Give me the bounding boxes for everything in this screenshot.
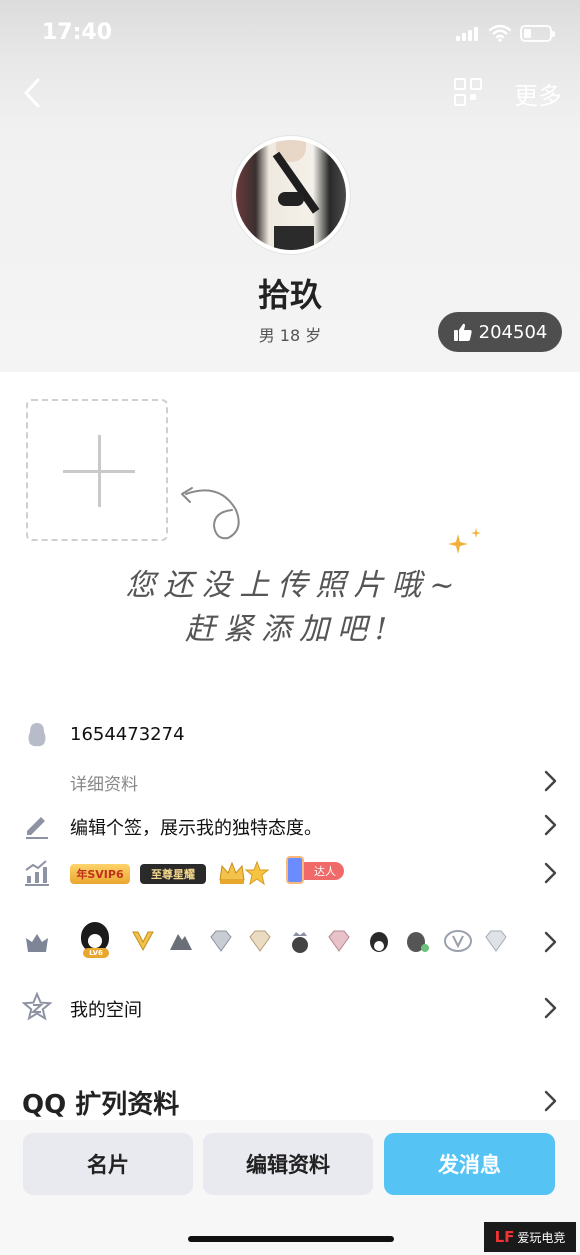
chevron-right-icon (544, 814, 557, 836)
chevron-right-icon (544, 931, 557, 953)
photo-hint-line2: 赶紧添加吧! (184, 612, 396, 647)
star-badge[interactable]: 至尊星耀 (140, 864, 206, 884)
mountain-icon[interactable] (168, 928, 194, 954)
space-row[interactable]: 我的空间 (0, 992, 580, 1024)
diamond-icon[interactable] (208, 928, 234, 954)
watermark-brand: 爱玩电竞 (517, 1230, 566, 1245)
space-label: 我的空间 (70, 1000, 142, 1021)
home-indicator[interactable] (188, 1236, 394, 1242)
signature-row[interactable]: 编辑个签，展示我的独特态度。 (0, 810, 580, 842)
penguin-badge-icon[interactable] (366, 928, 392, 954)
sparkle-icon (448, 528, 481, 554)
add-photo-button[interactable] (26, 399, 168, 541)
phone-icon (286, 856, 304, 884)
wifi-icon (488, 24, 512, 42)
watermark-mark: LF (494, 1228, 515, 1246)
like-button[interactable]: 204504 (438, 312, 562, 352)
space-star-icon (22, 992, 52, 1021)
details-label: 详细资料 (70, 775, 138, 795)
battery-icon (520, 25, 555, 42)
watermark-logo: LF 爱玩电竞 (484, 1222, 576, 1252)
back-button[interactable] (16, 74, 50, 112)
vip-cloud-icon[interactable] (443, 928, 473, 954)
signal-icon (456, 27, 482, 41)
growth-icon (25, 860, 49, 886)
signature-text: 编辑个签，展示我的独特态度。 (70, 818, 322, 839)
penguin-icon (28, 723, 46, 747)
details-row[interactable]: 详细资料 (0, 766, 580, 796)
chevron-right-icon (544, 862, 557, 884)
thumbs-up-icon (453, 323, 472, 341)
avatar-image (236, 140, 346, 250)
extended-info-title[interactable]: QQ 扩列资料 (22, 1084, 179, 1121)
penguin-check-icon[interactable] (404, 928, 430, 954)
photo-hint-line1: 您还没上传照片哦~ (125, 568, 463, 603)
like-count: 204504 (478, 321, 548, 343)
card-button[interactable]: 名片 (23, 1133, 193, 1195)
qq-number: 1654473274 (70, 724, 185, 745)
more-button[interactable]: 更多 (514, 76, 562, 111)
nickname: 拾玖 (257, 276, 322, 314)
svip-badge[interactable]: 年SVIP6 (70, 864, 130, 884)
daren-badge[interactable]: 达人 (278, 854, 346, 888)
medal-icon (26, 934, 48, 952)
arrow-doodle-icon (181, 487, 240, 540)
lv-diamond-icon[interactable] (483, 928, 509, 954)
chevron-right-icon (544, 770, 557, 792)
diamond-gold-icon[interactable] (247, 928, 273, 954)
crown-penguin-icon[interactable] (287, 928, 313, 954)
star-icon[interactable] (244, 860, 270, 886)
qq-number-row: 1654473274 (0, 720, 580, 754)
edit-profile-button[interactable]: 编辑资料 (203, 1133, 373, 1195)
send-message-button[interactable]: 发消息 (384, 1133, 555, 1195)
diamond-pink-icon[interactable] (326, 928, 352, 954)
level-label: LV6 (83, 948, 109, 958)
level-penguin-icon[interactable]: LV6 (77, 916, 113, 960)
crown-icon[interactable] (217, 858, 247, 886)
pencil-icon (26, 817, 48, 839)
chevron-right-icon[interactable] (542, 1089, 558, 1113)
status-time: 17:40 (42, 20, 113, 45)
avatar[interactable] (232, 136, 350, 254)
qr-code-button[interactable] (454, 78, 484, 108)
gold-v-icon[interactable] (130, 928, 156, 954)
chevron-right-icon (544, 997, 557, 1019)
